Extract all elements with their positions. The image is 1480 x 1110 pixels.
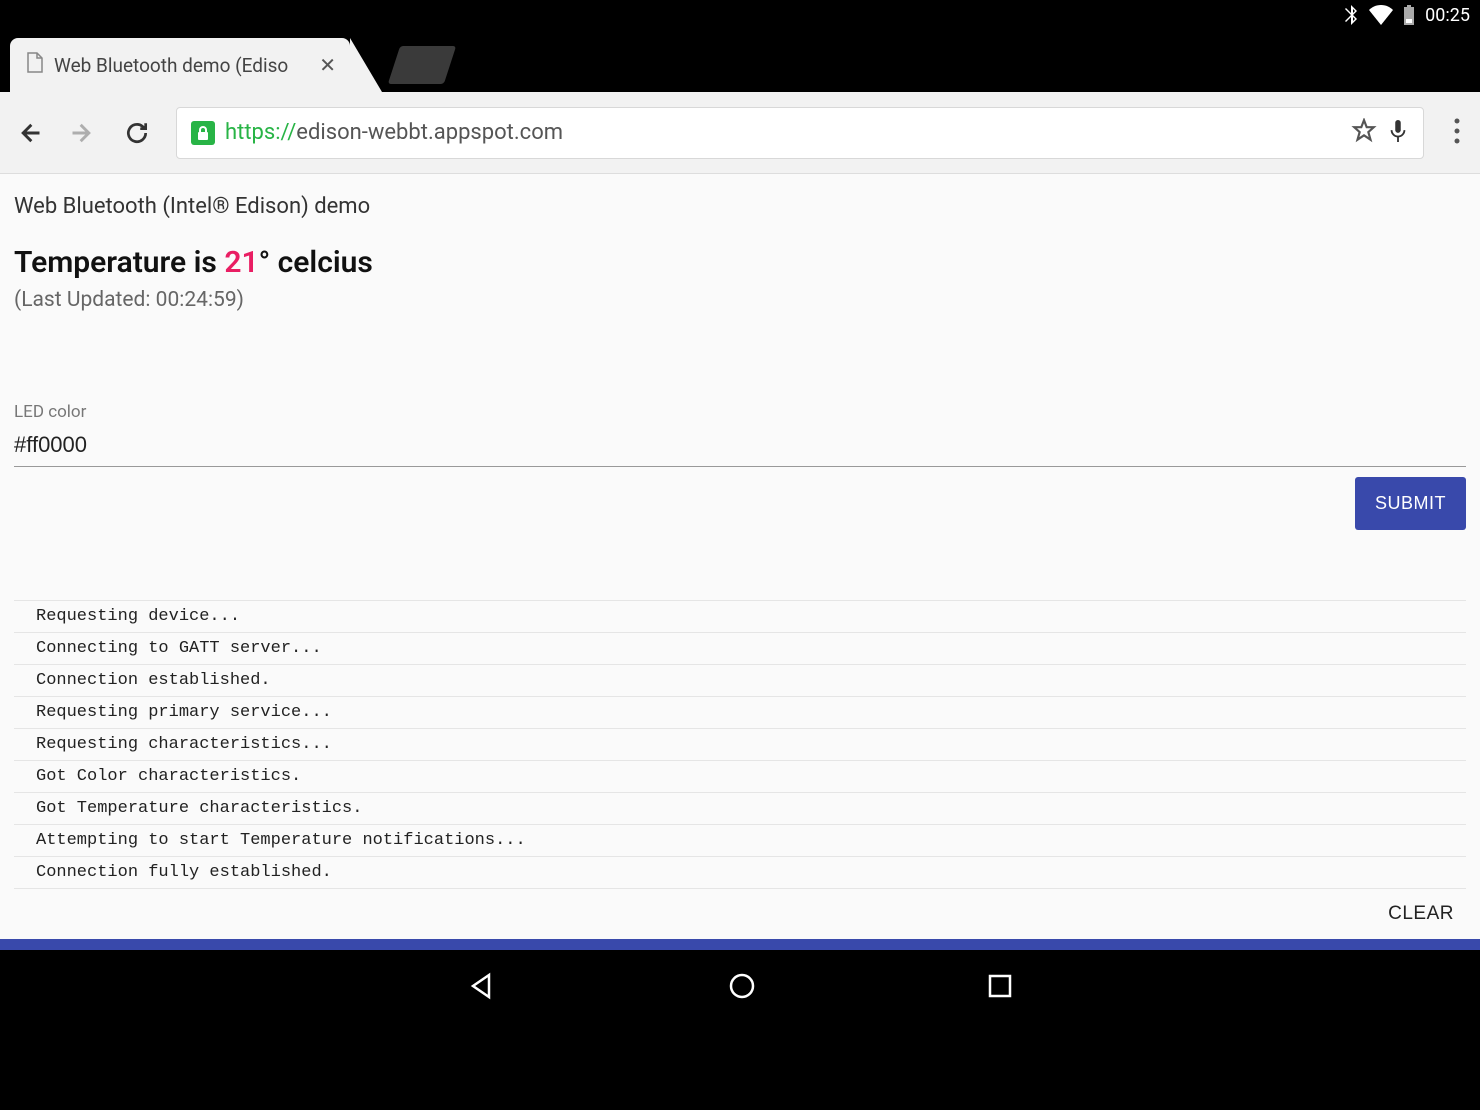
page-content: Web Bluetooth (Intel® Edison) demo Tempe… xyxy=(0,174,1480,950)
disconnect-bar: DISCONNECT xyxy=(0,939,1480,950)
close-icon[interactable]: ✕ xyxy=(319,53,336,77)
led-color-label: LED color xyxy=(14,402,1466,422)
log-line: Connection established. xyxy=(14,664,1466,696)
clear-button[interactable]: CLEAR xyxy=(1388,903,1454,925)
new-tab-button[interactable] xyxy=(388,46,456,84)
home-soft-button[interactable] xyxy=(727,971,757,1005)
log-line: Requesting primary service... xyxy=(14,696,1466,728)
log-line: Connecting to GATT server... xyxy=(14,632,1466,664)
page-icon xyxy=(26,52,44,78)
forward-button[interactable] xyxy=(68,118,98,148)
bluetooth-icon xyxy=(1343,5,1359,25)
log-line: Attempting to start Temperature notifica… xyxy=(14,824,1466,856)
log-line: Requesting device... xyxy=(14,600,1466,632)
android-navbar xyxy=(0,950,1480,1026)
mic-icon[interactable] xyxy=(1387,118,1409,148)
url-host: edison-webbt.appspot.com xyxy=(296,120,563,145)
temp-suffix: ° celcius xyxy=(259,245,373,280)
recent-soft-button[interactable] xyxy=(987,973,1013,1003)
tab-title: Web Bluetooth demo (Ediso xyxy=(54,54,288,77)
wifi-icon xyxy=(1369,5,1393,25)
lock-icon xyxy=(191,121,215,145)
last-updated: (Last Updated: 00:24:59) xyxy=(14,288,1466,312)
tab-strip: Web Bluetooth demo (Ediso ✕ xyxy=(0,30,1480,92)
url-text: https://edison-webbt.appspot.com xyxy=(225,120,1341,145)
status-time: 00:25 xyxy=(1425,5,1470,26)
page-subtitle: Web Bluetooth (Intel® Edison) demo xyxy=(14,194,1466,219)
temperature-heading: Temperature is 21° celcius xyxy=(14,245,1466,280)
log-line: Connection fully established. xyxy=(14,856,1466,889)
led-color-input[interactable] xyxy=(14,428,1466,467)
log-output: Requesting device...Connecting to GATT s… xyxy=(14,600,1466,889)
temp-value: 21 xyxy=(224,245,258,280)
temp-prefix: Temperature is xyxy=(14,245,224,280)
url-protocol: https:// xyxy=(225,120,296,145)
submit-button[interactable]: SUBMIT xyxy=(1355,477,1466,530)
log-line: Got Color characteristics. xyxy=(14,760,1466,792)
browser-toolbar: https://edison-webbt.appspot.com xyxy=(0,92,1480,174)
star-icon[interactable] xyxy=(1351,118,1377,148)
back-soft-button[interactable] xyxy=(467,971,497,1005)
battery-icon xyxy=(1403,5,1415,25)
menu-icon[interactable] xyxy=(1448,118,1466,148)
reload-button[interactable] xyxy=(122,118,152,148)
back-button[interactable] xyxy=(14,118,44,148)
browser-tab[interactable]: Web Bluetooth demo (Ediso ✕ xyxy=(10,38,350,92)
status-bar: 00:25 xyxy=(0,0,1480,30)
log-line: Got Temperature characteristics. xyxy=(14,792,1466,824)
address-bar[interactable]: https://edison-webbt.appspot.com xyxy=(176,107,1424,159)
log-line: Requesting characteristics... xyxy=(14,728,1466,760)
